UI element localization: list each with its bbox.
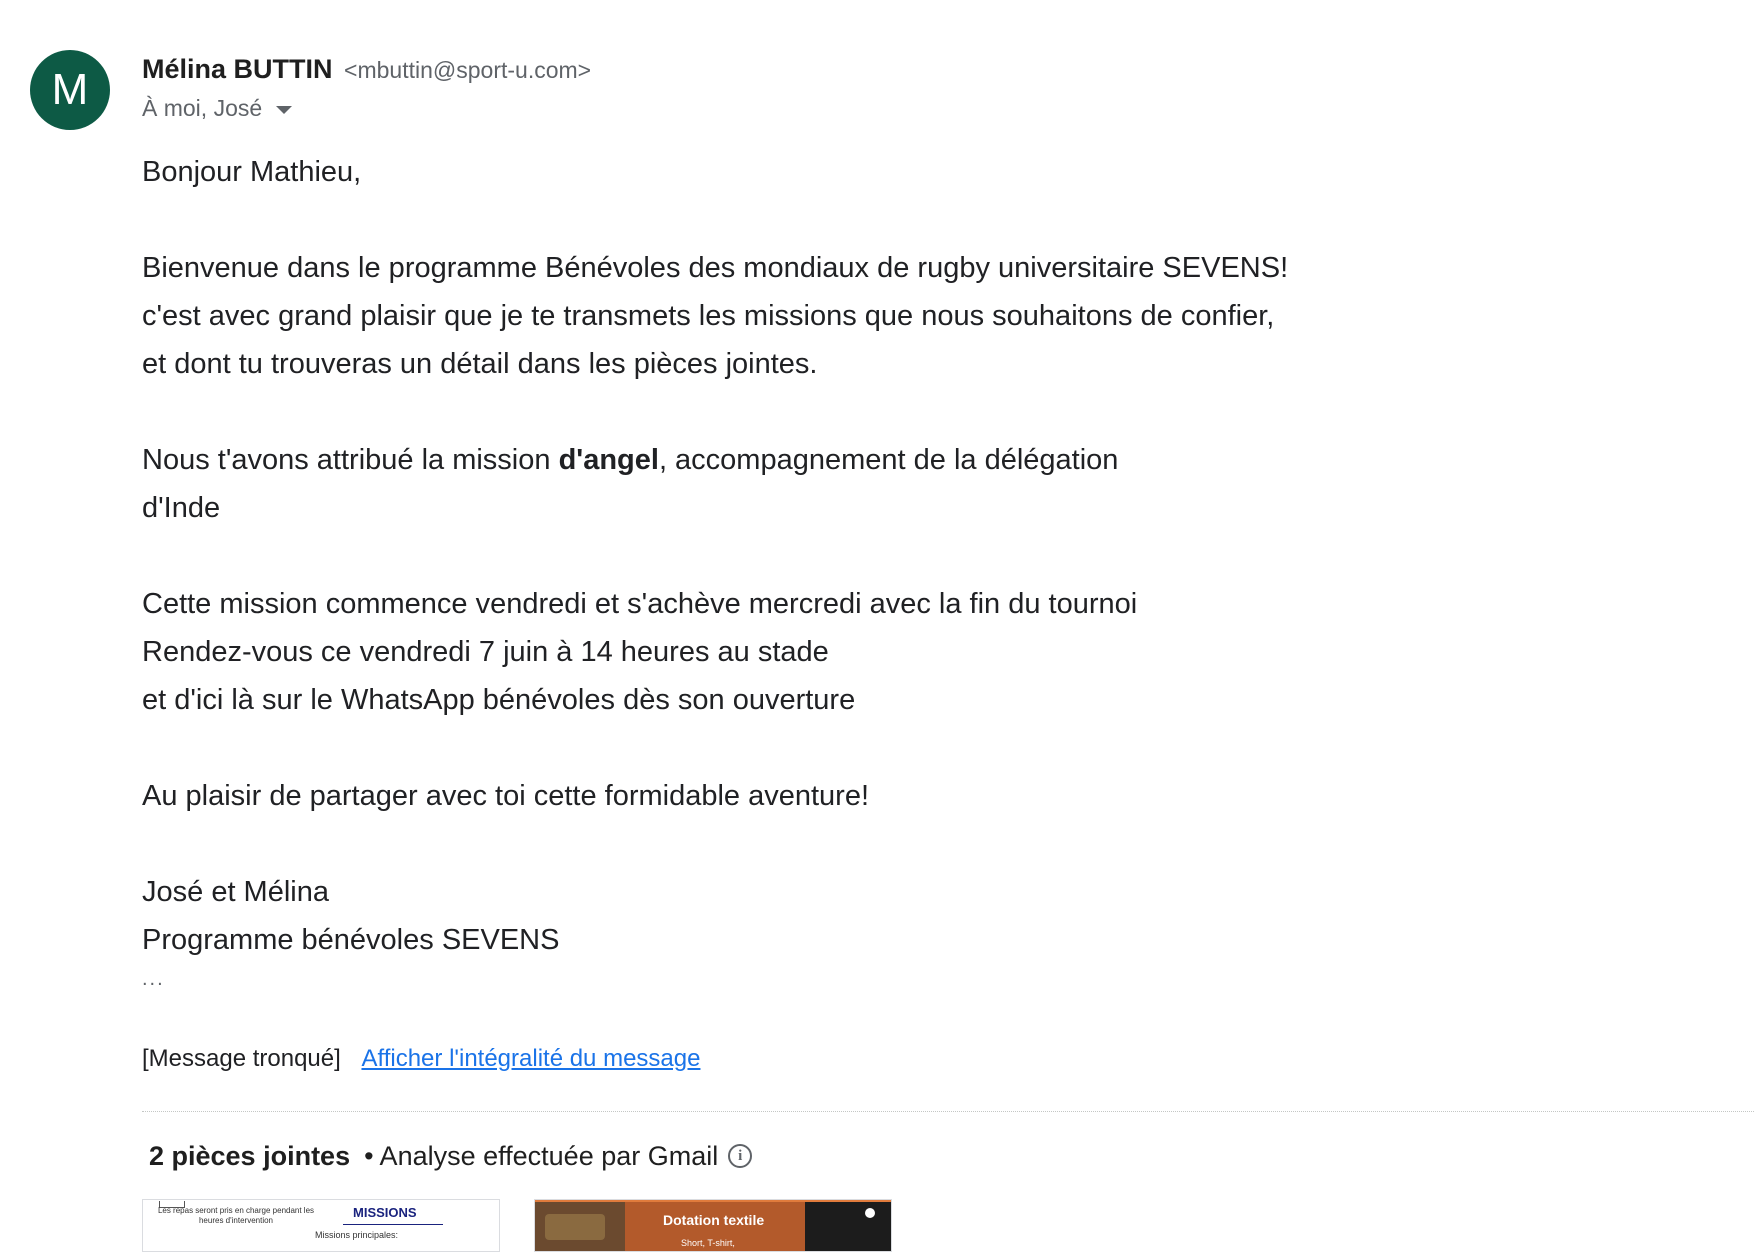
- sender-email: <mbuttin@sport-u.com>: [344, 57, 592, 83]
- view-full-message-link[interactable]: Afficher l'intégralité du message: [361, 1045, 700, 1072]
- recipients-toggle[interactable]: À moi, José: [142, 93, 591, 123]
- attachment-thumbnail-missions[interactable]: Les repas seront pris en charge pendant …: [142, 1199, 500, 1252]
- mission-line: Nous t'avons attribué la mission d'angel…: [142, 436, 1288, 484]
- body-line: c'est avec grand plaisir que je te trans…: [142, 300, 1275, 332]
- signature-line: Programme bénévoles SEVENS: [142, 924, 560, 956]
- thumbnail-photo-stadium: [805, 1200, 891, 1251]
- mission-text-after: , accompagnement de la délégation: [658, 444, 1119, 476]
- body-line: Au plaisir de partager avec toi cette fo…: [142, 780, 870, 812]
- body-line: Bienvenue dans le programme Bénévoles de…: [142, 252, 1289, 284]
- greeting: Bonjour Mathieu,: [142, 156, 362, 188]
- message-body: Bonjour Mathieu, Bienvenue dans le progr…: [142, 148, 1288, 964]
- sender-name[interactable]: Mélina BUTTIN: [142, 54, 333, 84]
- divider: [142, 1111, 1754, 1112]
- info-icon[interactable]: i: [728, 1144, 753, 1168]
- attachments-scan-label: • Analyse effectuée par Gmail: [364, 1141, 719, 1171]
- mission-text-before: Nous t'avons attribué la mission: [142, 444, 559, 476]
- body-line: Cette mission commence vendredi et s'ach…: [142, 588, 1138, 620]
- trimmed-content-toggle[interactable]: ...: [142, 968, 165, 991]
- thumbnail-title: MISSIONS: [353, 1205, 417, 1220]
- recipients-label: À moi, José: [142, 95, 263, 121]
- attachments-header: 2 pièces jointes • Analyse effectuée par…: [149, 1138, 753, 1174]
- truncation-label: [Message tronqué]: [142, 1045, 341, 1072]
- caret-down-icon[interactable]: [276, 105, 293, 114]
- truncation-notice: [Message tronqué] Afficher l'intégralité…: [142, 1044, 700, 1074]
- attachments-count: 2 pièces jointes: [149, 1141, 351, 1171]
- thumbnail-subtitle: Short, T-shirt,: [681, 1238, 735, 1248]
- body-line: et dont tu trouveras un détail dans les …: [142, 348, 818, 380]
- thumbnail-text: Les repas seront pris en charge pendant …: [157, 1206, 315, 1225]
- sender-avatar[interactable]: M: [30, 50, 110, 130]
- attachment-thumbnail-dotation[interactable]: Dotation textile Short, T-shirt,: [534, 1199, 892, 1252]
- thumbnail-photo-food: [535, 1200, 625, 1251]
- signature-line: José et Mélina: [142, 876, 329, 908]
- mission-name: d'angel: [558, 444, 659, 476]
- thumbnail-subtitle: Missions principales:: [315, 1230, 399, 1240]
- sender-line: Mélina BUTTIN <mbuttin@sport-u.com>: [142, 52, 591, 87]
- body-line: Rendez-vous ce vendredi 7 juin à 14 heur…: [142, 636, 829, 668]
- thumbnail-title: Dotation textile: [663, 1212, 765, 1228]
- thumbnail-rule: [343, 1224, 443, 1225]
- stadium-light: [865, 1208, 875, 1218]
- message-header: Mélina BUTTIN <mbuttin@sport-u.com> À mo…: [142, 52, 591, 123]
- thumbnail-stripe: [535, 1200, 891, 1202]
- body-line: et d'ici là sur le WhatsApp bénévoles dè…: [142, 684, 856, 716]
- body-line: d'Inde: [142, 492, 221, 524]
